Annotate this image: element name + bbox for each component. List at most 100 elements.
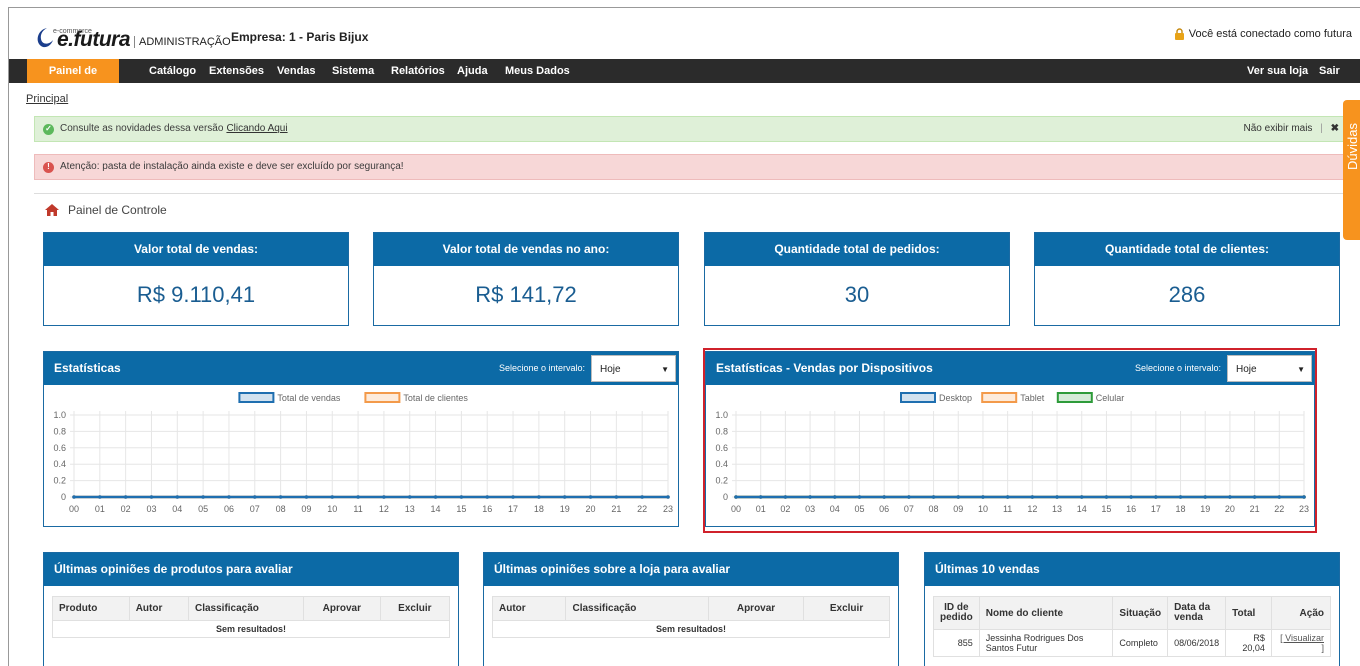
table-row: Sem resultados! (492, 620, 890, 638)
x-tick-label: 00 (69, 504, 79, 514)
connected-status: Você está conectado como futura (1174, 28, 1352, 40)
logo-swoosh-icon (37, 28, 53, 48)
data-point (278, 495, 283, 499)
stat-orders: Quantidade total de pedidos: 30 (704, 232, 1010, 326)
col-aprovar: Aprovar (302, 596, 381, 621)
highlight-outline (703, 348, 1317, 533)
x-tick-label: 05 (198, 504, 208, 514)
help-side-tab[interactable]: Dúvidas (1343, 100, 1360, 240)
empty-message: Sem resultados! (492, 620, 890, 638)
stat-label: Valor total de vendas no ano: (374, 233, 678, 266)
col-classificacao: Classificação (187, 596, 304, 621)
nav-extensoes[interactable]: Extensões (199, 59, 274, 83)
cell-id: 855 (933, 629, 980, 657)
x-tick-label: 17 (508, 504, 518, 514)
stat-label: Quantidade total de pedidos: (705, 233, 1009, 266)
data-point (433, 495, 438, 499)
data-point (330, 495, 335, 499)
data-point (252, 495, 257, 499)
nav-vendas[interactable]: Vendas (267, 59, 326, 83)
data-point (614, 495, 619, 499)
company-label: Empresa: 1 - Paris Bijux (231, 30, 369, 44)
close-icon[interactable]: ✖ (1331, 123, 1339, 134)
col-data: Data da venda (1167, 596, 1227, 630)
x-tick-label: 07 (250, 504, 260, 514)
data-point (511, 495, 515, 499)
col-acao: Ação (1270, 596, 1332, 630)
data-point (382, 495, 386, 499)
legend-label: Total de vendas (277, 393, 341, 403)
x-tick-label: 01 (95, 504, 105, 514)
panel-header: Últimas 10 vendas (925, 553, 1339, 586)
chart-header: Estatísticas Selecione o intervalo: Hoje… (44, 352, 678, 385)
stats-line-chart: Total de vendas Total de clientes 00 01 02 03… (53, 392, 673, 514)
recent-sales-panel: Últimas 10 vendas ID de pedido Nome do c… (924, 552, 1340, 666)
nav-meus-dados[interactable]: Meus Dados (495, 59, 580, 83)
main-nav: Painel de controle Catálogo Extensões Ve… (9, 59, 1360, 101)
nav-ver-loja[interactable]: Ver sua loja (1237, 59, 1318, 83)
y-tick-label: 0.4 (53, 459, 66, 469)
data-point (459, 495, 464, 499)
news-alert: ✓ Consulte as novidades dessa versão Cli… (34, 116, 1350, 142)
interval-value: Hoje (600, 364, 621, 375)
caret-down-icon: ▼ (661, 365, 669, 374)
stat-value: R$ 9.110,41 (136, 282, 256, 307)
connected-text: Você está conectado como futura (1188, 28, 1352, 40)
nav-sistema[interactable]: Sistema (322, 59, 384, 83)
panel-header: Últimas opiniões de produtos para avalia… (44, 553, 458, 586)
data-point (304, 495, 309, 499)
stat-value: 30 (844, 282, 870, 307)
top-bar: e.futura ADMINISTRAÇÃO e-commerce Empres… (9, 8, 1360, 58)
cell-name: Jessinha Rodrigues Dos Santos Futur (978, 629, 1114, 657)
x-tick-label: 14 (431, 504, 441, 514)
x-tick-label: 03 (146, 504, 156, 514)
page-title: Painel de Controle (34, 193, 1350, 225)
col-excluir: Excluir (379, 596, 451, 621)
x-tick-label: 20 (586, 504, 596, 514)
store-reviews-panel: Últimas opiniões sobre a loja para avali… (483, 552, 899, 666)
logo[interactable]: e.futura ADMINISTRAÇÃO (33, 22, 231, 50)
data-point (98, 495, 102, 499)
nav-painel[interactable]: Painel de controle (27, 59, 119, 101)
app-frame: e.futura ADMINISTRAÇÃO e-commerce Empres… (8, 7, 1360, 666)
col-autor: Autor (491, 596, 567, 621)
dismiss-link[interactable]: Não exibir mais (1244, 123, 1313, 134)
x-tick-label: 22 (637, 504, 647, 514)
y-tick-label: 0 (61, 492, 66, 502)
data-point (537, 495, 541, 499)
panel-header: Últimas opiniões sobre a loja para avali… (484, 553, 898, 586)
y-tick-label: 1.0 (53, 410, 66, 420)
interval-select[interactable]: Hoje ▼ (591, 355, 676, 382)
data-point (640, 495, 644, 499)
x-tick-label: 09 (301, 504, 311, 514)
cell-status: Completo (1112, 629, 1169, 657)
breadcrumb[interactable]: Principal (26, 93, 68, 105)
x-tick-label: 16 (482, 504, 492, 514)
warning-alert: ! Atenção: pasta de instalação ainda exi… (34, 154, 1350, 180)
recent-sales-table: ID de pedido Nome do cliente Situação Da… (933, 596, 1332, 657)
table-header-row: Produto Autor Classificação Aprovar Excl… (52, 596, 451, 621)
admin-label: ADMINISTRAÇÃO (134, 36, 231, 48)
col-total: Total (1225, 596, 1272, 630)
nav-relatorios[interactable]: Relatórios (381, 59, 455, 83)
table-header-row: ID de pedido Nome do cliente Situação Da… (933, 596, 1332, 630)
y-tick-label: 0.2 (53, 476, 66, 486)
nav-catalogo[interactable]: Catálogo (139, 59, 206, 83)
col-nome: Nome do cliente (978, 596, 1114, 630)
x-tick-label: 02 (121, 504, 131, 514)
col-produto: Produto (52, 596, 130, 621)
home-icon (45, 203, 59, 216)
nav-ajuda[interactable]: Ajuda (447, 59, 498, 83)
table-row: 855 Jessinha Rodrigues Dos Santos Futur … (933, 629, 1332, 657)
data-point (175, 495, 180, 499)
news-alert-link[interactable]: Clicando Aqui (226, 117, 287, 141)
help-side-tab-label: Dúvidas (1345, 123, 1360, 170)
data-point (666, 495, 670, 499)
nav-sair[interactable]: Sair (1309, 59, 1350, 83)
x-tick-label: 06 (224, 504, 234, 514)
y-tick-label: 0.8 (53, 426, 66, 436)
x-tick-label: 13 (405, 504, 415, 514)
empty-message: Sem resultados! (52, 620, 450, 638)
product-reviews-panel: Últimas opiniões de produtos para avalia… (43, 552, 459, 666)
view-order-link[interactable]: [ Visualizar ] (1270, 629, 1332, 657)
